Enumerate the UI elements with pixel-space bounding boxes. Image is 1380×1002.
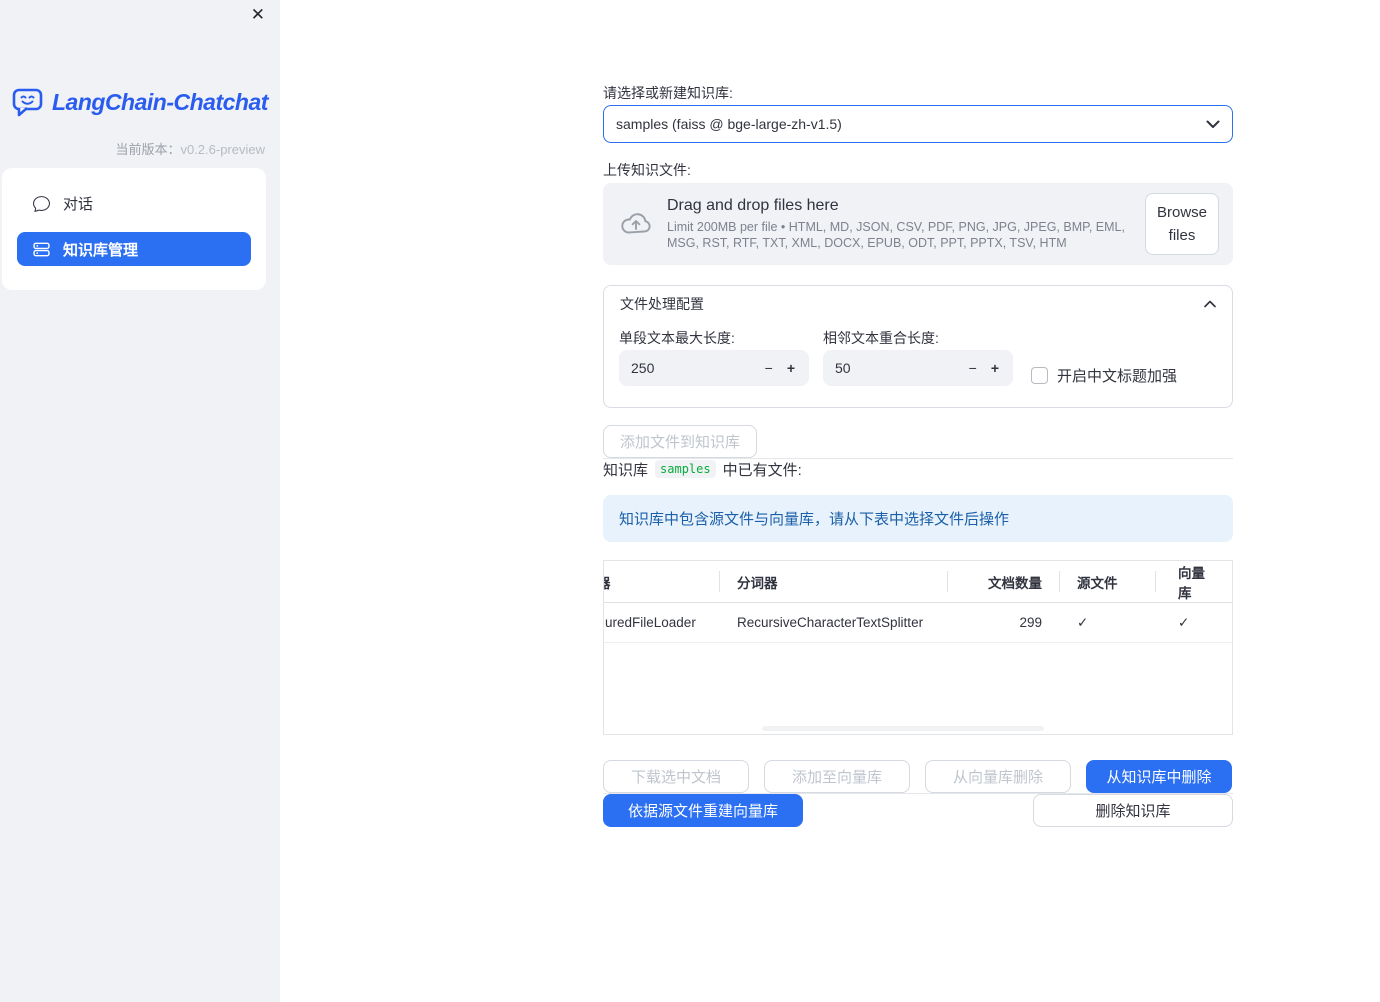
chevron-down-icon [1206,120,1220,129]
delete-from-vector-store-button[interactable]: 从向量库删除 [925,760,1071,793]
table-horizontal-scrollbar[interactable] [762,726,1044,731]
zh-title-checkbox[interactable] [1031,366,1048,384]
cell-splitter[interactable]: RecursiveCharacterTextSplitter [720,603,948,642]
rebuild-vector-store-button[interactable]: 依据源文件重建向量库 [603,794,803,827]
kb-files-prefix: 知识库 [603,461,649,479]
zh-title-checkbox-label: 开启中文标题加强 [1057,367,1178,385]
sidebar-close-icon[interactable]: ✕ [251,6,265,23]
kb-selected-value: samples (faiss @ bge-large-zh-v1.5) [616,116,842,132]
sidebar-item-label: 对话 [63,195,94,213]
kb-files-heading: 知识库 samples 中已有文件: [603,459,1233,479]
download-selected-docs-button[interactable]: 下载选中文档 [603,760,749,793]
cell-doc-count[interactable]: 299 [948,603,1060,642]
dropzone-title: Drag and drop files here [667,196,839,214]
kb-name-code: samples [655,460,716,478]
cloud-upload-icon [619,211,653,237]
cell-source-file-check[interactable]: ✓ [1060,603,1156,642]
info-banner: 知识库中包含源文件与向量库，请从下表中选择文件后操作 [603,495,1233,542]
chunk-size-input[interactable]: 250 − + [619,350,809,386]
kb-files-table[interactable]: 器 分词器 文档数量 源文件 向量库 uredFileLoader Recurs… [603,560,1233,735]
overlap-size-label: 相邻文本重合长度: [823,330,939,346]
sidebar-menu: 对话 知识库管理 [2,168,266,290]
sidebar: ✕ LangChain-Chatchat 当前版本：v0.2.6-preview… [0,0,280,1002]
column-header-loader[interactable]: 器 [604,561,720,602]
delete-from-kb-button[interactable]: 从知识库中删除 [1086,760,1232,793]
version-label: 当前版本： [115,142,181,157]
version-info: 当前版本：v0.2.6-preview [115,139,265,158]
file-dropzone[interactable]: Drag and drop files here Limit 200MB per… [603,183,1233,265]
table-row[interactable]: uredFileLoader RecursiveCharacterTextSpl… [604,603,1232,643]
expander-header[interactable]: 文件处理配置 [604,286,1232,322]
delete-kb-button[interactable]: 删除知识库 [1033,794,1233,827]
increment-button[interactable]: + [780,361,795,375]
sidebar-item-dialogue[interactable]: 对话 [17,186,251,220]
increment-button[interactable]: + [984,361,999,375]
dropzone-limit-text: Limit 200MB per file • HTML, MD, JSON, C… [667,219,1125,250]
decrement-button[interactable]: − [758,361,780,375]
logo-chat-smiley-icon [12,87,45,118]
table-header-row: 器 分词器 文档数量 源文件 向量库 [604,561,1232,603]
column-header-source-file[interactable]: 源文件 [1060,561,1156,602]
column-header-vector-store[interactable]: 向量库 [1156,561,1232,602]
check-icon: ✓ [1178,614,1190,630]
check-icon: ✓ [1077,614,1089,630]
chunk-size-value: 250 [631,360,655,376]
browse-files-button[interactable]: Browse files [1145,192,1219,256]
add-to-vector-store-button[interactable]: 添加至向量库 [764,760,910,793]
chat-bubble-icon [33,195,50,212]
file-config-expander: 文件处理配置 单段文本最大长度: 250 − + 相邻文本重合长度: 50 − … [603,285,1233,408]
sidebar-item-label: 知识库管理 [63,241,139,259]
dropzone-text: Drag and drop files here Limit 200MB per… [667,197,1145,252]
kb-files-suffix: 中已有文件: [722,461,802,479]
document-actions: 下载选中文档 添加至向量库 从向量库删除 从知识库中删除 [603,760,1233,793]
app-logo: LangChain-Chatchat [12,87,268,118]
kb-actions: 依据源文件重建向量库 删除知识库 [603,794,1233,827]
column-header-splitter[interactable]: 分词器 [720,561,948,602]
overlap-size-input[interactable]: 50 − + [823,350,1013,386]
overlap-size-value: 50 [835,360,851,376]
column-header-doc-count[interactable]: 文档数量 [948,561,1060,602]
chunk-size-label: 单段文本最大长度: [619,330,735,346]
app-title: LangChain-Chatchat [52,89,268,115]
chevron-up-icon [1204,300,1216,308]
expander-title: 文件处理配置 [620,296,704,312]
cell-loader[interactable]: uredFileLoader [604,603,720,642]
decrement-button[interactable]: − [962,361,984,375]
info-banner-text: 知识库中包含源文件与向量库，请从下表中选择文件后操作 [619,511,1010,528]
main-area: 请选择或新建知识库: samples (faiss @ bge-large-zh… [280,0,1380,1002]
add-files-to-kb-button[interactable]: 添加文件到知识库 [603,425,758,458]
upload-label: 上传知识文件: [603,162,691,178]
cell-vector-store-check[interactable]: ✓ [1156,603,1232,642]
stack-icon [33,241,50,258]
version-value: v0.2.6-preview [180,142,265,157]
sidebar-item-knowledge-base[interactable]: 知识库管理 [17,232,251,266]
kb-selectbox[interactable]: samples (faiss @ bge-large-zh-v1.5) [603,105,1233,143]
kb-select-label: 请选择或新建知识库: [603,85,733,101]
